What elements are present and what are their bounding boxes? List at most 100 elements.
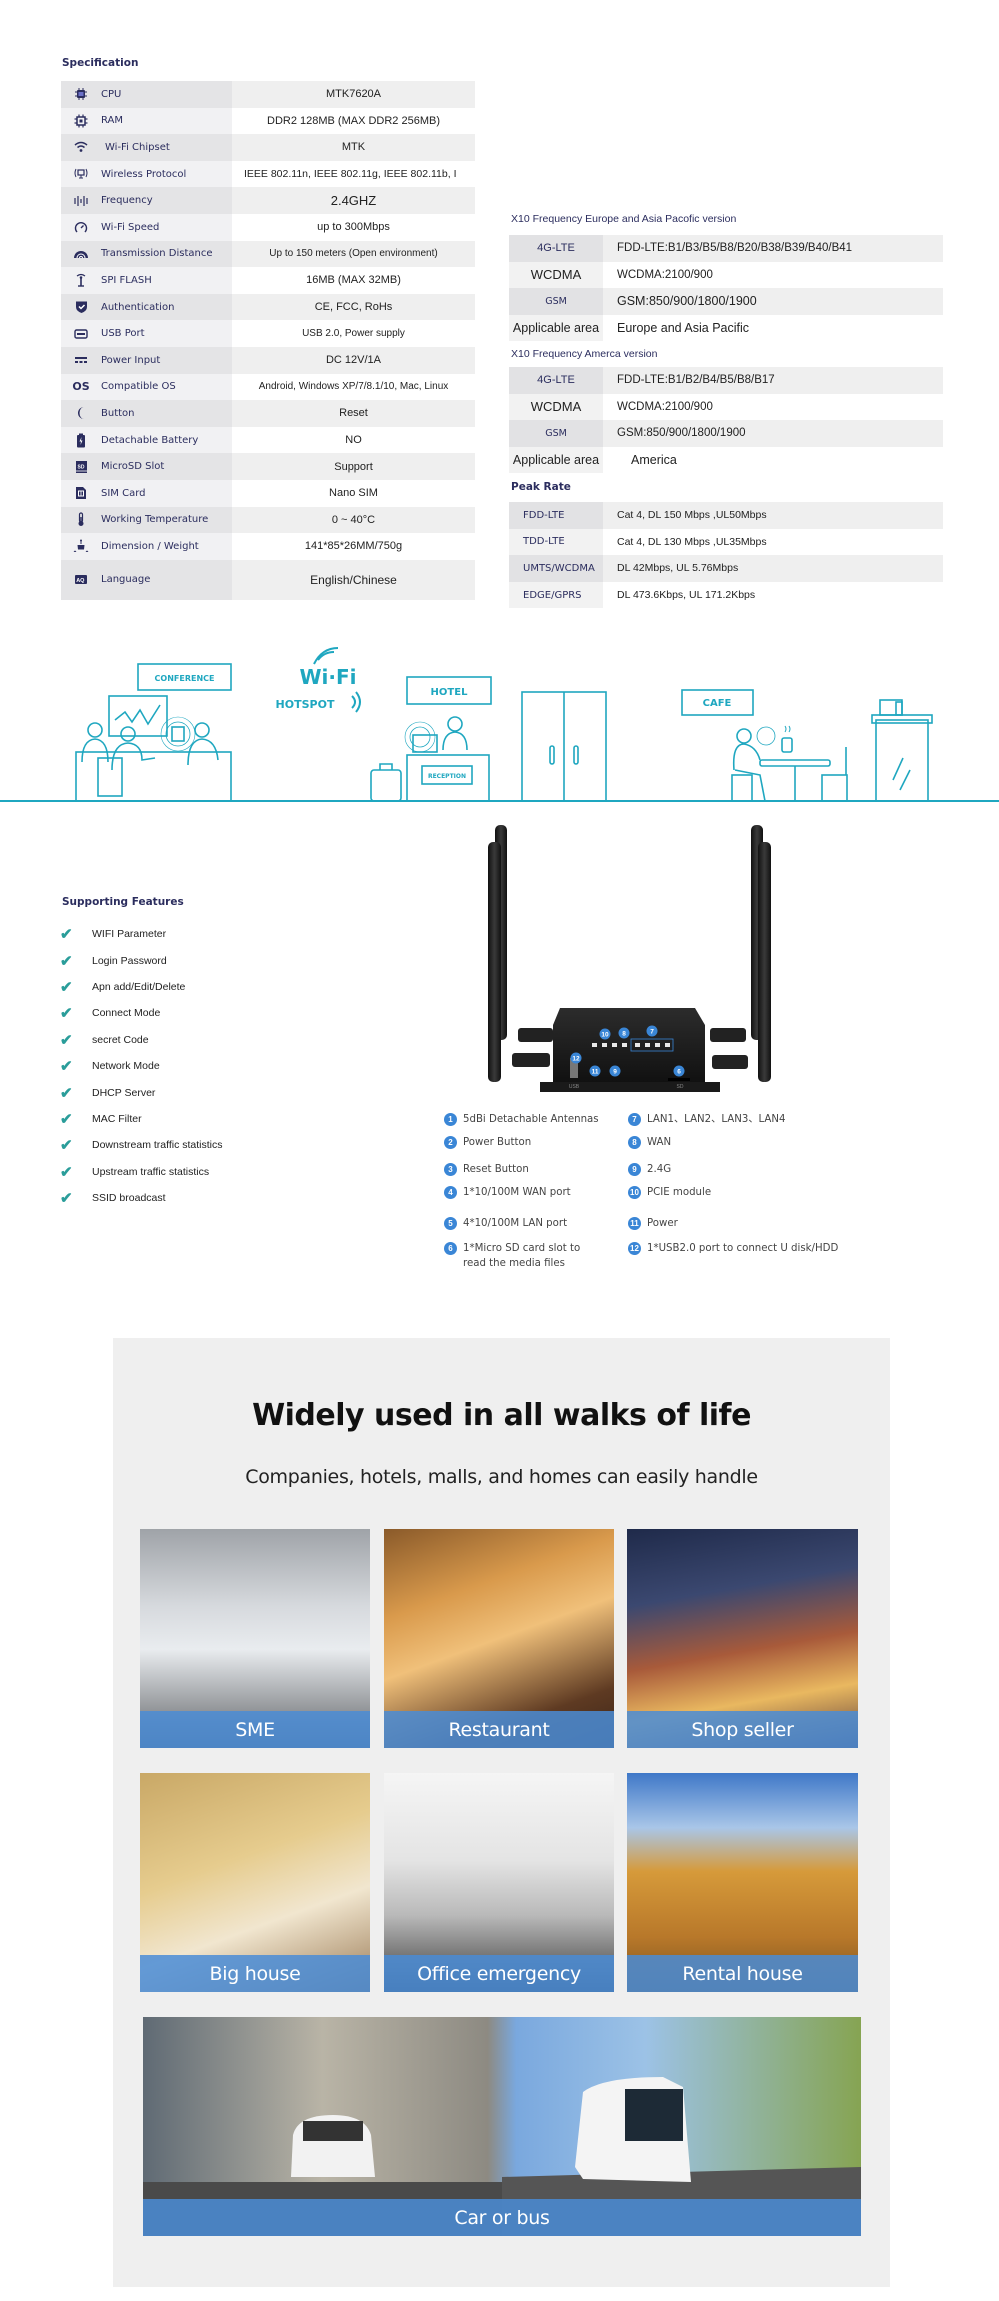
spec-row-compatible-os: OS Compatible OS Android, Windows XP/7/8.… [61,373,475,401]
spec-value: English/Chinese [232,559,475,600]
usage-tile-rental-house: Rental house [627,1773,858,1992]
wifi-label: Wi·Fi [299,665,356,689]
peak-label: UMTS/WCDMA [509,555,603,582]
part-text: Power Button [463,1137,532,1148]
peak-value: DL 42Mbps, UL 5.76Mbps [603,555,943,582]
usage-tile-car-or-bus: Car or bus [143,2017,861,2236]
spec-row-authentication: Authentication CE, FCC, RoHs [61,293,475,321]
suitcase [370,769,402,802]
check-icon: ✔ [60,1110,73,1128]
part-item: 7 LAN1、LAN2、LAN3、LAN4 [628,1112,786,1127]
feature-item: ✔ WIFI Parameter [60,921,223,947]
hotel-label: HOTEL [431,687,469,698]
feature-text: secret Code [92,1033,149,1046]
feature-item: ✔ DHCP Server [60,1079,223,1105]
dimension-icon [61,539,101,553]
feature-text: SSID broadcast [92,1192,166,1205]
part-item: 9 2.4G [628,1162,671,1177]
spec-value: up to 300Mbps [232,213,475,241]
spec-label: Wireless Protocol [101,168,187,180]
part-text: Reset Button [463,1164,529,1175]
part-number-badge: 5 [444,1217,457,1230]
spec-label: Working Temperature [101,514,209,526]
peak-row: FDD-LTE Cat 4, DL 150 Mbps ,UL50Mbps [509,502,943,529]
freq-row: Applicable area Europe and Asia Pacific [509,314,943,342]
callout-6: 6 [677,1069,681,1076]
tile-caption: Restaurant [384,1711,614,1748]
spec-row-usb-port: USB Port USB 2.0, Power supply [61,320,475,347]
spec-label: Language [101,574,151,586]
usb-label: USB [569,1084,580,1090]
feature-item: ✔ secret Code [60,1027,223,1053]
specification-title: Specification [62,57,139,69]
spec-row-power-input: Power Input DC 12V/1A [61,346,475,374]
cafe-label: CAFE [703,698,732,709]
part-number-badge: 7 [628,1113,641,1126]
usb-port-icon [61,328,101,339]
spec-row-transmission-distance: Transmission Distance Up to 150 meters (… [61,240,475,268]
part-number-badge: 12 [628,1242,641,1255]
spec-row-wireless-protocol: Wireless Protocol IEEE 802.11n, IEEE 802… [61,160,475,188]
router-image: USB SD 10 8 7 12 11 9 6 [488,825,771,1092]
part-item: 5 4*10/100M LAN port [444,1216,567,1231]
callout-11: 11 [592,1069,599,1076]
part-number-badge: 3 [444,1163,457,1176]
feature-item: ✔ Upstream traffic statistics [60,1159,223,1185]
feature-text: MAC Filter [92,1112,142,1125]
part-text: WAN [647,1137,672,1148]
spec-row-sim-card: SIM Card Nano SIM [61,479,475,507]
conference-table [75,751,232,802]
freq-label: Applicable area [509,446,603,474]
spec-label: CPU [101,88,122,100]
freq-row: GSM GSM:850/900/1800/1900 [509,288,943,315]
tile-caption: SME [140,1711,370,1748]
part-number-badge: 1 [444,1113,457,1126]
check-icon: ✔ [60,926,73,944]
freq-row: 4G-LTE FDD-LTE:B1/B3/B5/B8/B20/B38/B39/B4… [509,235,943,262]
check-icon: ✔ [60,978,73,996]
sd-slot [668,1078,690,1081]
frequency-us-table: 4G-LTE FDD-LTE:B1/B2/B4/B5/B8/B17 WCDMA WC… [509,367,943,474]
spec-label: SPI FLASH [101,274,152,286]
spec-label: SIM Card [101,487,146,499]
check-icon: ✔ [60,952,73,970]
signal-arc-icon [61,249,101,259]
coffee-cup [781,737,793,753]
part-item: 4 1*10/100M WAN port [444,1185,571,1200]
wifi-scenes-illustration: CONFERENCE Wi·Fi HOTSPOT HOTEL RECEPTION… [0,647,999,802]
spec-value: 141*85*26MM/750g [232,533,475,560]
part-text: 5dBi Detachable Antennas [463,1114,599,1125]
antenna-icon [61,273,101,288]
sim-card-icon [61,486,101,500]
freq-value: WCDMA:2100/900 [603,261,943,289]
check-icon: ✔ [60,1084,73,1102]
wireless-monitor-icon [61,168,101,180]
spec-value: MTK [232,134,475,161]
part-text: 1*10/100M WAN port [463,1187,571,1198]
spec-label: Frequency [101,195,153,207]
peak-value: DL 473.6Kbps, UL 171.2Kbps [603,581,943,609]
spec-label: RAM [101,115,124,127]
speedometer-icon [61,220,101,234]
spec-label: Compatible OS [101,381,176,393]
tile-caption: Car or bus [143,2199,861,2236]
spec-value: MTK7620A [232,81,475,108]
peak-row: UMTS/WCDMA DL 42Mbps, UL 5.76Mbps [509,555,943,582]
spec-row-ram: RAM DDR2 128MB (MAX DDR2 256MB) [61,107,475,135]
usage-tile-restaurant: Restaurant [384,1529,614,1748]
spec-row-detachable-battery: Detachable Battery NO [61,426,475,454]
usage-subtitle: Companies, hotels, malls, and homes can … [245,1466,758,1488]
spec-value: 16MB (MAX 32MB) [232,267,475,294]
freq-value: America [603,446,943,474]
freq-row: GSM GSM:850/900/1800/1900 [509,420,943,447]
spec-label: Power Input [101,354,161,366]
check-icon: ✔ [60,1058,73,1076]
part-number-badge: 4 [444,1186,457,1199]
car-icon [291,2115,375,2177]
spec-label: Authentication [101,301,175,313]
os-text-icon: OS [72,380,90,394]
spec-value: NO [232,426,475,454]
freq-row: 4G-LTE FDD-LTE:B1/B2/B4/B5/B8/B17 [509,367,943,394]
shield-check-icon [61,300,101,314]
peak-value: Cat 4, DL 150 Mbps ,UL50Mbps [603,502,943,529]
